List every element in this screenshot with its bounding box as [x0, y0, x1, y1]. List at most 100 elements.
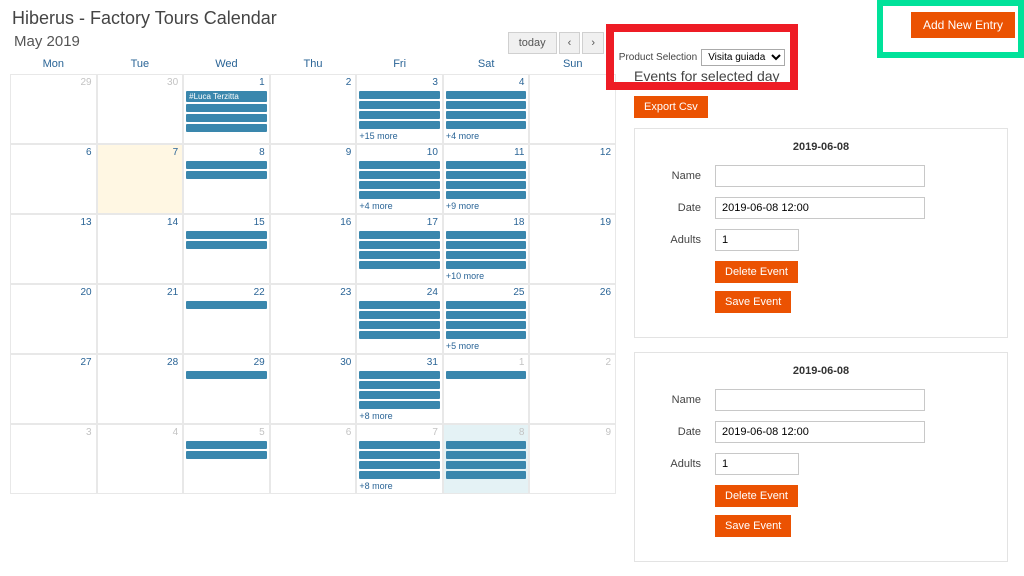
event-bar[interactable]: [446, 181, 527, 189]
more-events-link[interactable]: +9 more: [446, 201, 529, 211]
calendar-cell[interactable]: 29: [10, 74, 97, 144]
next-month-button[interactable]: ›: [582, 32, 604, 54]
event-bar[interactable]: [446, 171, 527, 179]
calendar-cell[interactable]: 30: [270, 354, 357, 424]
calendar-cell[interactable]: 1: [443, 354, 530, 424]
more-events-link[interactable]: +4 more: [359, 201, 442, 211]
event-bar[interactable]: [359, 181, 440, 189]
event-bar[interactable]: [446, 161, 527, 169]
event-bar[interactable]: [446, 301, 527, 309]
event-bar[interactable]: [359, 311, 440, 319]
event-bar[interactable]: [359, 391, 440, 399]
calendar-cell[interactable]: 5: [183, 424, 270, 494]
event-bar[interactable]: [446, 101, 527, 109]
event-date-input[interactable]: [715, 421, 925, 443]
more-events-link[interactable]: +8 more: [359, 411, 442, 421]
calendar-cell[interactable]: 30: [97, 74, 184, 144]
event-bar[interactable]: [186, 104, 267, 112]
calendar-cell[interactable]: 27: [10, 354, 97, 424]
calendar-cell[interactable]: 13: [10, 214, 97, 284]
event-bar[interactable]: [186, 171, 267, 179]
event-bar[interactable]: [446, 91, 527, 99]
event-date-input[interactable]: [715, 197, 925, 219]
event-bar[interactable]: [186, 241, 267, 249]
save-event-button[interactable]: Save Event: [715, 515, 791, 537]
event-bar[interactable]: [446, 111, 527, 119]
event-bar[interactable]: [446, 451, 527, 459]
calendar-cell[interactable]: 2: [270, 74, 357, 144]
calendar-cell[interactable]: 14: [97, 214, 184, 284]
event-bar[interactable]: [359, 371, 440, 379]
calendar-cell[interactable]: 9: [529, 424, 616, 494]
event-bar[interactable]: [446, 231, 527, 239]
calendar-cell[interactable]: 23: [270, 284, 357, 354]
event-adults-input[interactable]: [715, 453, 799, 475]
calendar-cell[interactable]: 8: [443, 424, 530, 494]
event-bar[interactable]: [359, 111, 440, 119]
calendar-cell[interactable]: 12: [529, 144, 616, 214]
calendar-cell[interactable]: 20: [10, 284, 97, 354]
calendar-cell[interactable]: 6: [10, 144, 97, 214]
calendar-cell[interactable]: 9: [270, 144, 357, 214]
calendar-cell[interactable]: 22: [183, 284, 270, 354]
event-bar[interactable]: [359, 321, 440, 329]
event-bar[interactable]: [186, 301, 267, 309]
more-events-link[interactable]: +5 more: [446, 341, 529, 351]
calendar-cell[interactable]: 26: [529, 284, 616, 354]
calendar-cell[interactable]: 11+9 more: [443, 144, 530, 214]
calendar-cell[interactable]: 29: [183, 354, 270, 424]
event-bar[interactable]: [359, 121, 440, 129]
event-bar[interactable]: [186, 441, 267, 449]
calendar-cell[interactable]: 24: [356, 284, 443, 354]
event-bar[interactable]: [446, 241, 527, 249]
calendar-cell[interactable]: 31+8 more: [356, 354, 443, 424]
calendar-cell[interactable]: 15: [183, 214, 270, 284]
event-bar[interactable]: [359, 401, 440, 409]
event-bar[interactable]: [359, 451, 440, 459]
save-event-button[interactable]: Save Event: [715, 291, 791, 313]
event-bar[interactable]: [359, 441, 440, 449]
today-button[interactable]: today: [508, 32, 557, 54]
event-bar[interactable]: [446, 261, 527, 269]
event-bar[interactable]: [446, 471, 527, 479]
event-bar[interactable]: [446, 251, 527, 259]
event-bar[interactable]: [446, 331, 527, 339]
calendar-cell[interactable]: 3+15 more: [356, 74, 443, 144]
calendar-cell[interactable]: 7+8 more: [356, 424, 443, 494]
calendar-cell[interactable]: 21: [97, 284, 184, 354]
calendar-cell[interactable]: 19: [529, 214, 616, 284]
event-bar[interactable]: [359, 261, 440, 269]
event-bar[interactable]: [446, 121, 527, 129]
event-bar[interactable]: [186, 124, 267, 132]
export-csv-button[interactable]: Export Csv: [634, 96, 708, 118]
event-bar[interactable]: [186, 451, 267, 459]
more-events-link[interactable]: +8 more: [359, 481, 442, 491]
calendar-cell[interactable]: 8: [183, 144, 270, 214]
calendar-cell[interactable]: 7: [97, 144, 184, 214]
calendar-cell[interactable]: 6: [270, 424, 357, 494]
event-bar[interactable]: [186, 161, 267, 169]
more-events-link[interactable]: +10 more: [446, 271, 529, 281]
event-bar[interactable]: #Luca Terzitta: [186, 91, 267, 102]
event-bar[interactable]: [446, 461, 527, 469]
calendar-cell[interactable]: 16: [270, 214, 357, 284]
more-events-link[interactable]: +4 more: [446, 131, 529, 141]
calendar-cell[interactable]: 5: [529, 74, 616, 144]
event-bar[interactable]: [359, 381, 440, 389]
event-bar[interactable]: [359, 331, 440, 339]
calendar-cell[interactable]: 1#Luca Terzitta: [183, 74, 270, 144]
prev-month-button[interactable]: ‹: [559, 32, 581, 54]
event-bar[interactable]: [359, 91, 440, 99]
calendar-cell[interactable]: 17: [356, 214, 443, 284]
event-adults-input[interactable]: [715, 229, 799, 251]
event-bar[interactable]: [359, 231, 440, 239]
event-bar[interactable]: [186, 371, 267, 379]
calendar-cell[interactable]: 25+5 more: [443, 284, 530, 354]
calendar-cell[interactable]: 28: [97, 354, 184, 424]
event-bar[interactable]: [359, 251, 440, 259]
event-bar[interactable]: [359, 241, 440, 249]
event-name-input[interactable]: [715, 165, 925, 187]
event-bar[interactable]: [359, 301, 440, 309]
calendar-cell[interactable]: 4+4 more: [443, 74, 530, 144]
calendar-cell[interactable]: 3: [10, 424, 97, 494]
